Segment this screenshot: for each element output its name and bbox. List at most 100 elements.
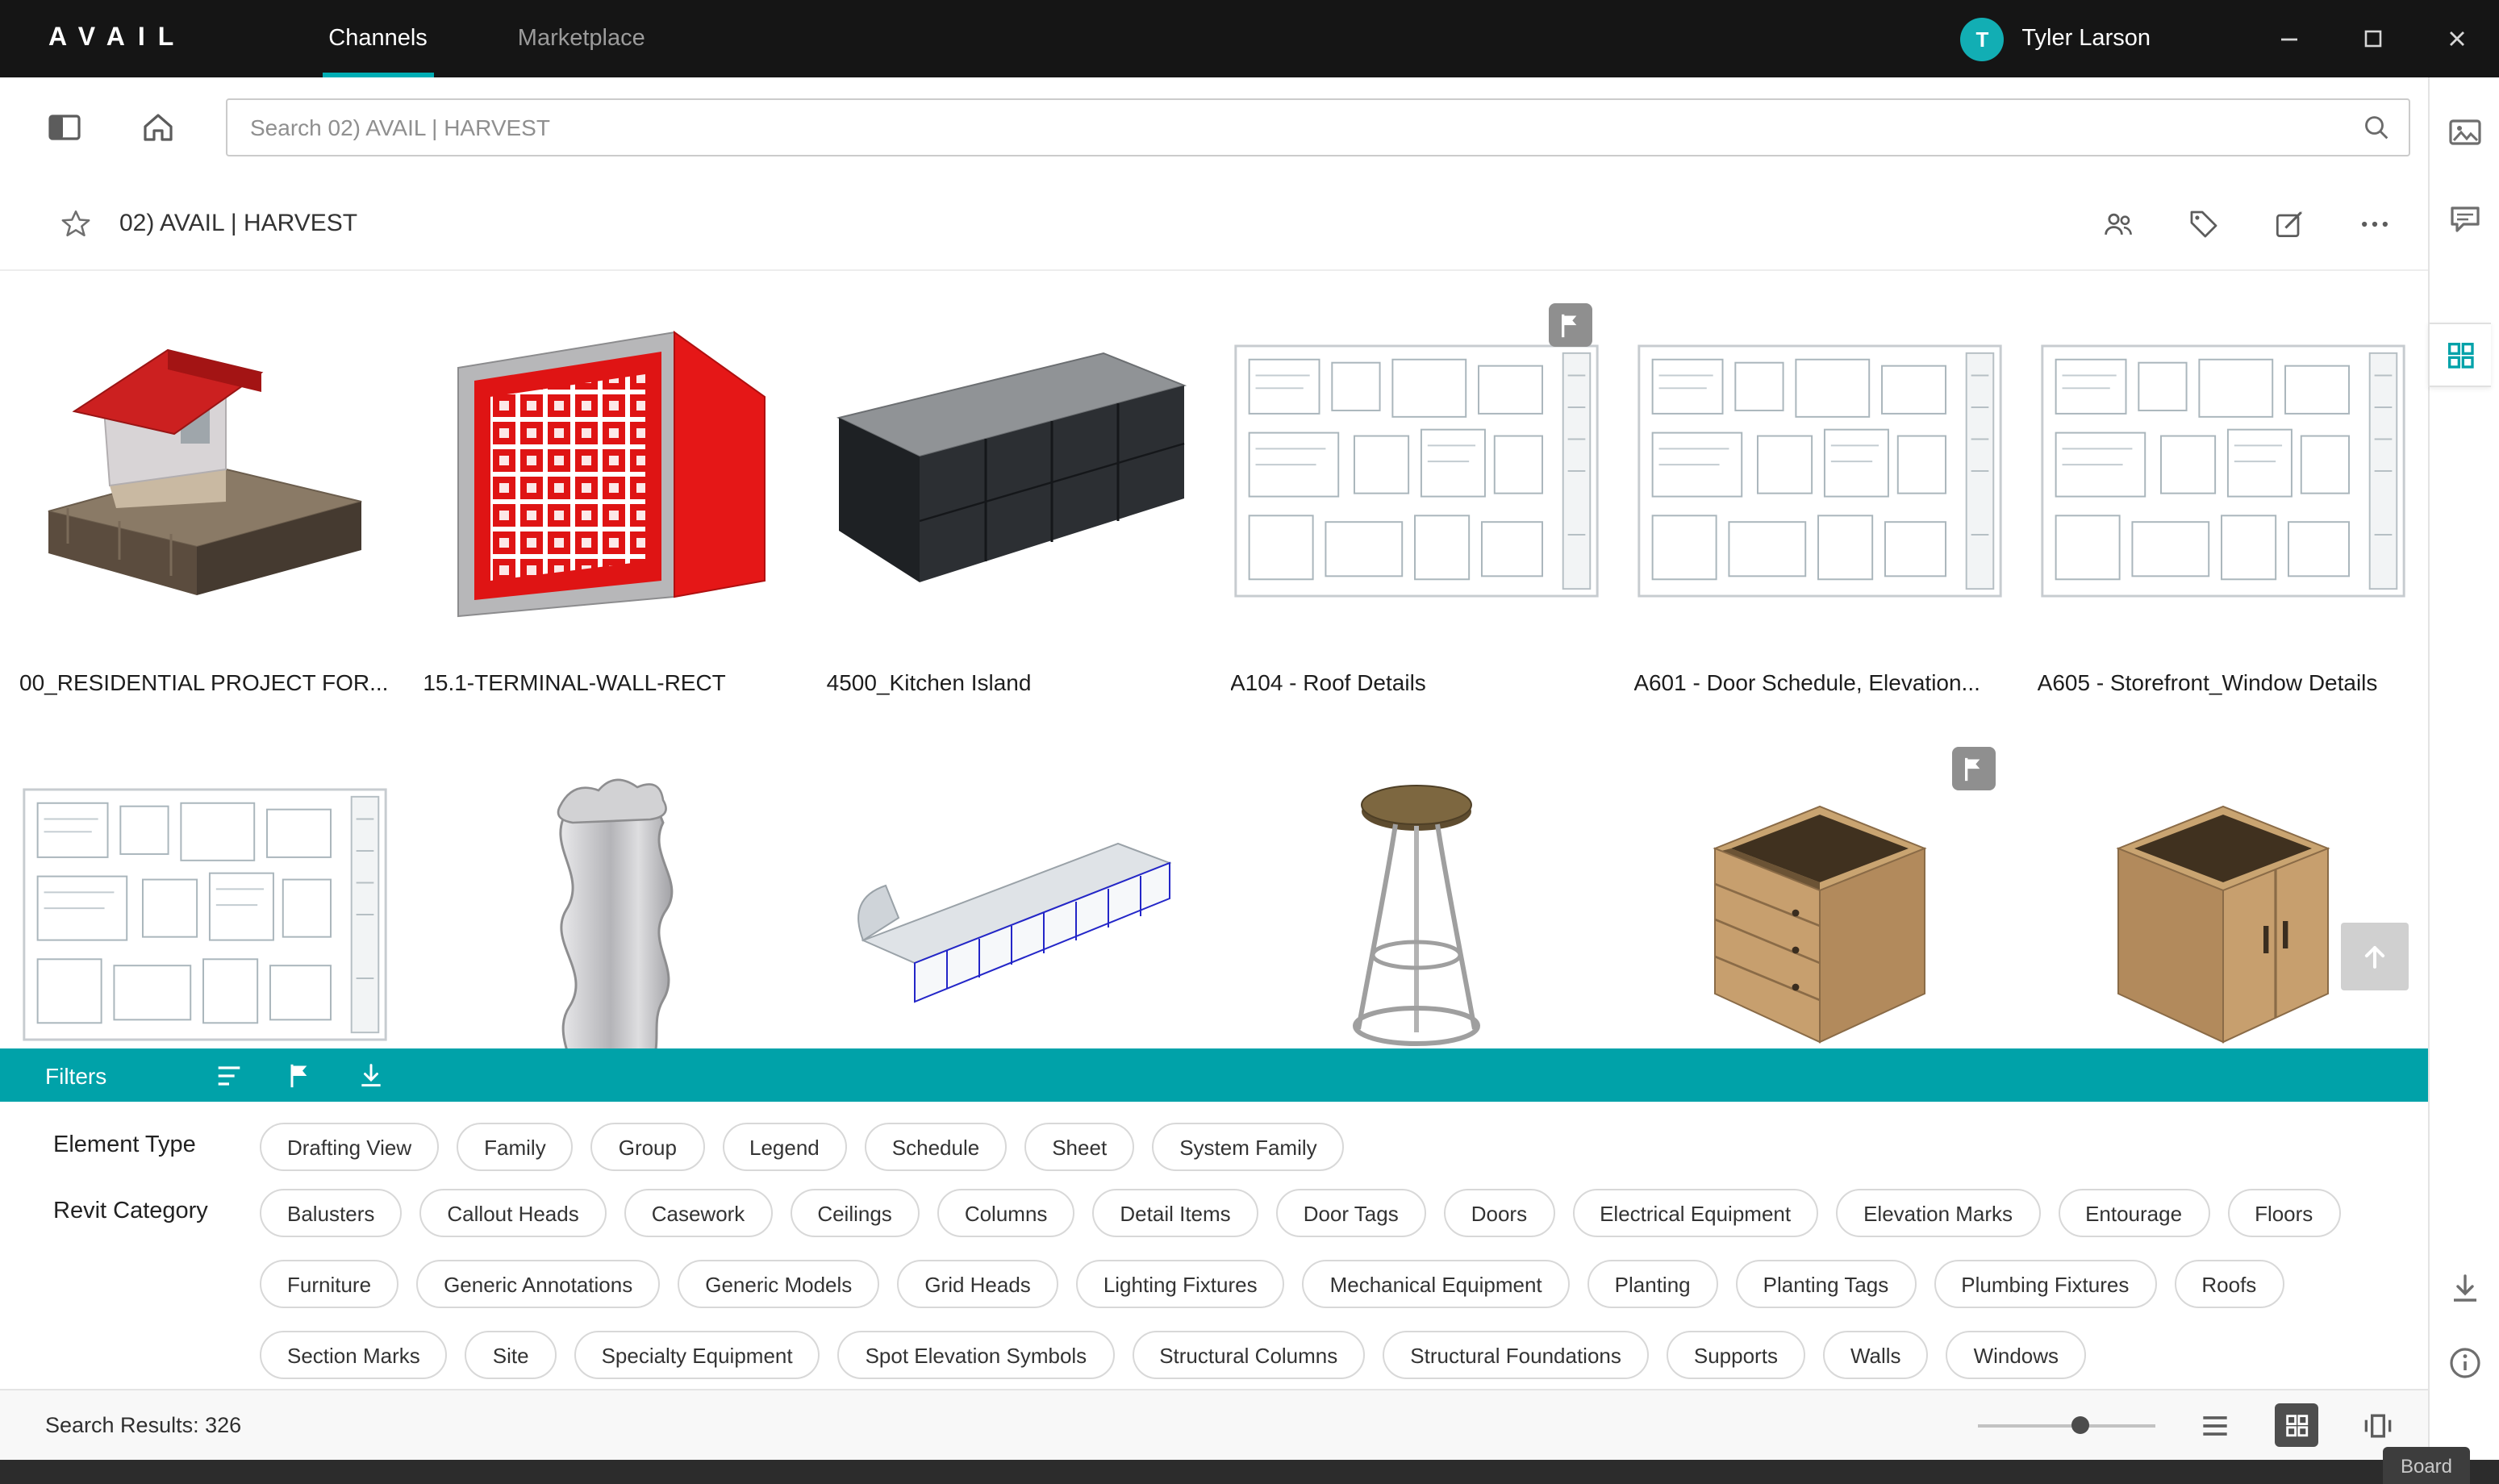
sheet-graphic: [2039, 343, 2407, 598]
members-button[interactable]: [2101, 206, 2136, 241]
asset-card[interactable]: 00_RESIDENTIAL PROJECT FOR...: [19, 297, 390, 695]
revit-category-pill[interactable]: Elevation Marks: [1836, 1189, 2041, 1237]
tags-button[interactable]: [2186, 206, 2222, 241]
search-button[interactable]: [2360, 111, 2393, 144]
revit-category-pill[interactable]: Grid Heads: [897, 1260, 1058, 1308]
revit-category-pill[interactable]: Spot Elevation Symbols: [837, 1331, 1115, 1379]
element-type-pill[interactable]: Family: [457, 1123, 574, 1171]
info-button[interactable]: [2445, 1344, 2484, 1382]
sheet-graphic: [1635, 343, 2003, 598]
revit-category-pill[interactable]: Entourage: [2058, 1189, 2210, 1237]
drawing-sheet-thumbnail: [2038, 297, 2409, 644]
revit-category-pill[interactable]: Site: [465, 1331, 557, 1379]
grid-view-icon: [2286, 1415, 2309, 1437]
element-type-pill[interactable]: Group: [590, 1123, 704, 1171]
element-type-pill[interactable]: Drafting View: [260, 1123, 440, 1171]
scroll-top-button[interactable]: [2341, 923, 2409, 990]
flag-filter-button[interactable]: [284, 1059, 316, 1091]
revit-category-pill[interactable]: Electrical Equipment: [1572, 1189, 1819, 1237]
user-avatar[interactable]: T: [1960, 17, 2005, 60]
element-type-pill[interactable]: Schedule: [864, 1123, 1008, 1171]
flag-badge: [1548, 303, 1592, 347]
user-name[interactable]: Tyler Larson: [2021, 26, 2151, 52]
tab-channels-label: Channels: [328, 26, 428, 52]
revit-category-pill[interactable]: Section Marks: [260, 1331, 448, 1379]
revit-category-pill[interactable]: Detail Items: [1092, 1189, 1258, 1237]
asset-title: A601 - Door Schedule, Elevation...: [1633, 669, 1980, 695]
media-panel-button[interactable]: [2445, 113, 2484, 152]
revit-category-pill[interactable]: Supports: [1666, 1331, 1805, 1379]
revit-category-pill[interactable]: Roofs: [2174, 1260, 2284, 1308]
element-type-pill[interactable]: System Family: [1152, 1123, 1345, 1171]
element-type-pill[interactable]: Legend: [722, 1123, 847, 1171]
asset-card[interactable]: [19, 740, 390, 1087]
element-type-pill[interactable]: Sheet: [1024, 1123, 1135, 1171]
close-button[interactable]: [2415, 0, 2499, 77]
ellipsis-icon: [2362, 220, 2388, 227]
thumbnail-size-slider[interactable]: [1978, 1414, 2155, 1436]
revit-category-pills: Balusters Callout Heads Casework Ceilings Co…: [260, 1189, 2422, 1379]
revit-category-pill[interactable]: Planting: [1587, 1260, 1718, 1308]
tab-channels[interactable]: Channels: [283, 0, 473, 77]
revit-category-pill[interactable]: Floors: [2227, 1189, 2341, 1237]
revit-category-pill[interactable]: Callout Heads: [419, 1189, 607, 1237]
download-panel-button[interactable]: [2445, 1269, 2484, 1308]
arrow-up-icon: [2364, 945, 2385, 969]
asset-card[interactable]: [423, 740, 794, 1087]
board-button[interactable]: Board: [2383, 1447, 2470, 1484]
kitchen-island-thumbnail: [827, 297, 1198, 644]
home-button[interactable]: [139, 108, 177, 147]
revit-category-pill[interactable]: Structural Foundations: [1383, 1331, 1649, 1379]
home-icon: [144, 114, 173, 141]
close-icon: [2450, 31, 2464, 46]
revit-category-pill[interactable]: Mechanical Equipment: [1302, 1260, 1570, 1308]
revit-category-pill[interactable]: Plumbing Fixtures: [1934, 1260, 2157, 1308]
filters-bar[interactable]: Filters: [0, 1048, 2428, 1102]
asset-card[interactable]: [1633, 740, 2005, 1087]
filter-sort-button[interactable]: [213, 1059, 245, 1091]
info-icon: [2449, 1348, 2480, 1378]
revit-category-pill[interactable]: Windows: [1946, 1331, 2087, 1379]
carousel-view-button[interactable]: [2360, 1407, 2396, 1443]
favorite-star-button[interactable]: [58, 206, 94, 241]
revit-category-pill[interactable]: Doors: [1443, 1189, 1555, 1237]
maximize-button[interactable]: [2331, 0, 2415, 77]
minimize-button[interactable]: [2247, 0, 2331, 77]
revit-category-pill[interactable]: Furniture: [260, 1260, 399, 1308]
revit-category-pill[interactable]: Planting Tags: [1735, 1260, 1917, 1308]
edit-button[interactable]: [2272, 206, 2307, 241]
house-model-graphic: [48, 348, 362, 595]
asset-card[interactable]: A601 - Door Schedule, Elevation...: [1633, 297, 2005, 695]
revit-category-pill[interactable]: Specialty Equipment: [574, 1331, 820, 1379]
revit-category-pill[interactable]: Structural Columns: [1132, 1331, 1366, 1379]
grid-view-button[interactable]: [2275, 1403, 2318, 1447]
more-options-button[interactable]: [2357, 206, 2393, 241]
revit-category-pill[interactable]: Walls: [1822, 1331, 1929, 1379]
asset-card[interactable]: 4500_Kitchen Island: [827, 297, 1198, 695]
asset-card[interactable]: [827, 740, 1198, 1087]
sidebar-toggle-button[interactable]: [45, 108, 84, 147]
asset-card[interactable]: [1230, 740, 1601, 1087]
revit-category-pill[interactable]: Door Tags: [1275, 1189, 1426, 1237]
grid-panel-tab-active[interactable]: [2428, 323, 2491, 387]
revit-category-pill[interactable]: Ceilings: [790, 1189, 920, 1237]
flag-badge: [1951, 747, 1996, 790]
asset-card[interactable]: A605 - Storefront_Window Details: [2038, 297, 2409, 695]
asset-card[interactable]: [2038, 740, 2409, 1087]
revit-category-pill[interactable]: Generic Models: [678, 1260, 880, 1308]
revit-category-pill[interactable]: Generic Annotations: [416, 1260, 661, 1308]
list-view-button[interactable]: [2197, 1407, 2233, 1443]
status-bar: Search Results: 326: [0, 1389, 2428, 1460]
search-input[interactable]: [247, 113, 2360, 142]
revit-category-pill[interactable]: Casework: [624, 1189, 773, 1237]
comments-panel-button[interactable]: [2445, 200, 2484, 239]
slider-thumb[interactable]: [2071, 1416, 2089, 1434]
asset-card[interactable]: 15.1-TERMINAL-WALL-RECT: [423, 297, 794, 695]
asset-title: A104 - Roof Details: [1230, 669, 1426, 695]
revit-category-pill[interactable]: Columns: [937, 1189, 1075, 1237]
download-filter-button[interactable]: [355, 1059, 387, 1091]
asset-card[interactable]: A104 - Roof Details: [1230, 297, 1601, 695]
revit-category-pill[interactable]: Balusters: [260, 1189, 403, 1237]
revit-category-pill[interactable]: Lighting Fixtures: [1075, 1260, 1285, 1308]
tab-marketplace[interactable]: Marketplace: [473, 0, 690, 77]
